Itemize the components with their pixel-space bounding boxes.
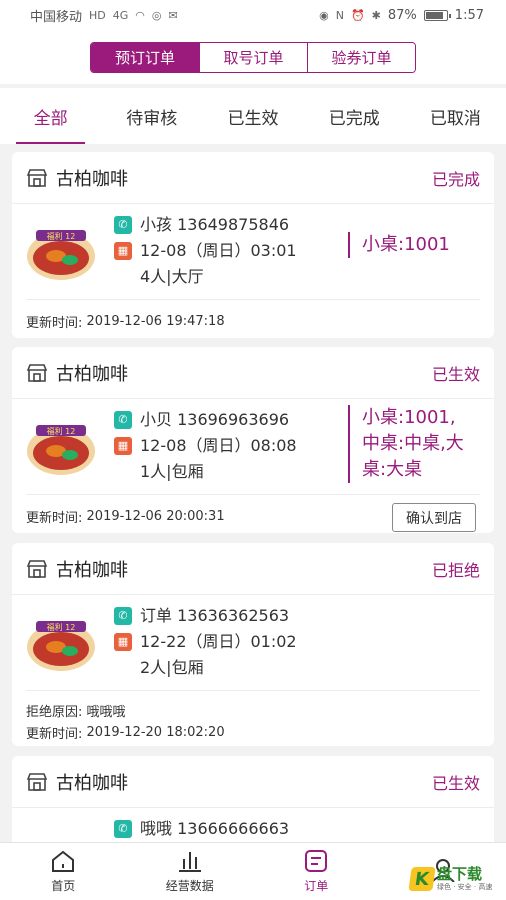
hd-icon: HD bbox=[89, 8, 106, 22]
order-icon bbox=[305, 850, 328, 872]
contact: 小贝 13696963696 bbox=[140, 410, 290, 429]
segment-voucher[interactable]: 验券订单 bbox=[307, 42, 415, 72]
reject-reason: 哦哦哦 bbox=[86, 704, 126, 720]
alarm-icon: ⏰ bbox=[350, 8, 365, 22]
update-label: 更新时间: bbox=[26, 726, 83, 742]
shop-name: 古柏咖啡 bbox=[56, 363, 128, 385]
nav-label: 首页 bbox=[51, 879, 76, 893]
calendar-icon: ▦ bbox=[114, 633, 132, 651]
order-card[interactable]: 古柏咖啡 已完成 福利 12 ✆ 小孩 13649875846 ▦ 12-08（周日… bbox=[12, 152, 494, 338]
food-thumbnail: 福利 12 bbox=[27, 425, 95, 475]
watermark-title: 盘下载 bbox=[437, 864, 483, 883]
order-card[interactable]: 古柏咖啡 已生效 ✆ 哦哦 13666666663 bbox=[12, 756, 494, 842]
carrier-label: 中国移动 bbox=[30, 9, 83, 25]
update-time: 2019-12-06 19:47:18 bbox=[86, 313, 225, 329]
nav-home[interactable]: 首页 bbox=[0, 843, 127, 900]
nfc-icon: N bbox=[335, 8, 344, 22]
booking-date: 12-22（周日）01:02 bbox=[140, 632, 297, 651]
confirm-arrival-button[interactable]: 确认到店 bbox=[392, 503, 476, 532]
shop-icon bbox=[26, 363, 48, 382]
update-label: 更新时间: bbox=[26, 315, 83, 331]
phone-icon: ✆ bbox=[114, 820, 132, 838]
tab-all[interactable]: 全部 bbox=[0, 88, 101, 144]
phone-icon: ✆ bbox=[114, 216, 132, 234]
booking-date: 12-08（周日）03:01 bbox=[140, 241, 297, 260]
svg-text:福利 12: 福利 12 bbox=[47, 426, 76, 436]
shop-icon bbox=[26, 168, 48, 187]
phone-icon: ✆ bbox=[114, 411, 132, 429]
contact: 小孩 13649875846 bbox=[140, 215, 290, 234]
order-status: 已拒绝 bbox=[431, 560, 480, 580]
signal-icon: 4G bbox=[112, 8, 129, 22]
order-card[interactable]: 古柏咖啡 已拒绝 福利 12 ✆ 订单 13636362563 ▦ 12-22（周日… bbox=[12, 543, 494, 746]
booking-date: 12-08（周日）08:08 bbox=[140, 436, 297, 455]
table-assignment: 小桌:1001 bbox=[348, 232, 488, 258]
tab-cancelled[interactable]: 已取消 bbox=[405, 88, 506, 144]
contact: 哦哦 13666666663 bbox=[140, 819, 290, 838]
update-time: 2019-12-06 20:00:31 bbox=[86, 508, 225, 524]
update-label: 更新时间: bbox=[26, 510, 83, 526]
party-size: 2人|包厢 bbox=[140, 658, 204, 677]
clock: 1:57 bbox=[454, 7, 484, 23]
status-bar: 中国移动 HD 4G ◠ ◎ ✉ ◉ N ⏰ ✱ 87% 1:57 bbox=[0, 0, 506, 30]
wechat-icon: ✉ bbox=[168, 8, 178, 22]
table-line: 小桌:1001 bbox=[362, 234, 450, 255]
order-type-bar: 预订订单 取号订单 验券订单 bbox=[0, 30, 506, 84]
nav-label: 订单 bbox=[304, 879, 329, 893]
tab-pending[interactable]: 待审核 bbox=[101, 88, 202, 144]
tab-completed[interactable]: 已完成 bbox=[304, 88, 405, 144]
shop-name: 古柏咖啡 bbox=[56, 559, 128, 581]
reject-label: 拒绝原因: bbox=[26, 704, 83, 720]
update-time: 2019-12-20 18:02:20 bbox=[86, 724, 225, 740]
contact: 订单 13636362563 bbox=[140, 606, 290, 625]
nav-orders[interactable]: 订单 bbox=[253, 843, 380, 900]
segment-queue[interactable]: 取号订单 bbox=[199, 42, 307, 72]
wifi-icon: ◠ bbox=[135, 8, 145, 22]
food-thumbnail: 福利 12 bbox=[27, 230, 95, 280]
shop-icon bbox=[26, 559, 48, 578]
bar-chart-icon bbox=[178, 852, 201, 872]
party-size: 1人|包厢 bbox=[140, 462, 204, 481]
home-icon bbox=[52, 850, 75, 872]
segment-reservation[interactable]: 预订订单 bbox=[91, 42, 199, 72]
order-card[interactable]: 古柏咖啡 已生效 福利 12 ✆ 小贝 13696963696 ▦ 12-08（周日… bbox=[12, 347, 494, 533]
svg-text:福利 12: 福利 12 bbox=[47, 622, 76, 632]
shop-icon bbox=[26, 772, 48, 791]
order-status: 已生效 bbox=[431, 773, 480, 793]
calendar-icon: ▦ bbox=[114, 437, 132, 455]
party-size: 4人|大厅 bbox=[140, 267, 204, 286]
table-line: 小桌:1001, bbox=[362, 407, 456, 428]
order-status: 已完成 bbox=[431, 169, 480, 189]
tab-effective[interactable]: 已生效 bbox=[202, 88, 303, 144]
nav-label: 经营数据 bbox=[165, 879, 214, 893]
battery-percent: 87% bbox=[387, 7, 417, 23]
table-assignment: 小桌:1001, 中桌:中桌,大 桌:大桌 bbox=[348, 405, 488, 483]
food-thumbnail: 福利 12 bbox=[27, 621, 95, 671]
shop-name: 古柏咖啡 bbox=[56, 772, 128, 794]
watermark: K 盘下载 绿色 · 安全 · 高速 bbox=[408, 862, 502, 896]
svg-text:福利 12: 福利 12 bbox=[47, 231, 76, 241]
order-list: 古柏咖啡 已完成 福利 12 ✆ 小孩 13649875846 ▦ 12-08（周日… bbox=[0, 144, 506, 842]
calendar-icon: ▦ bbox=[114, 242, 132, 260]
table-line: 中桌:中桌,大 bbox=[362, 433, 464, 454]
table-line: 桌:大桌 bbox=[362, 459, 423, 480]
eye-icon: ◉ bbox=[319, 8, 329, 22]
order-status: 已生效 bbox=[431, 364, 480, 384]
shop-name: 古柏咖啡 bbox=[56, 168, 128, 190]
order-type-segment: 预订订单 取号订单 验券订单 bbox=[90, 41, 416, 73]
phone-icon: ✆ bbox=[114, 607, 132, 625]
watermark-subtitle: 绿色 · 安全 · 高速 bbox=[437, 882, 493, 891]
bluetooth-icon: ✱ bbox=[371, 8, 381, 22]
notification-icon: ◎ bbox=[151, 8, 162, 22]
status-tabs: 全部 待审核 已生效 已完成 已取消 bbox=[0, 88, 506, 144]
nav-business-data[interactable]: 经营数据 bbox=[127, 843, 254, 900]
watermark-logo: K bbox=[408, 867, 436, 891]
battery-icon bbox=[423, 9, 451, 21]
